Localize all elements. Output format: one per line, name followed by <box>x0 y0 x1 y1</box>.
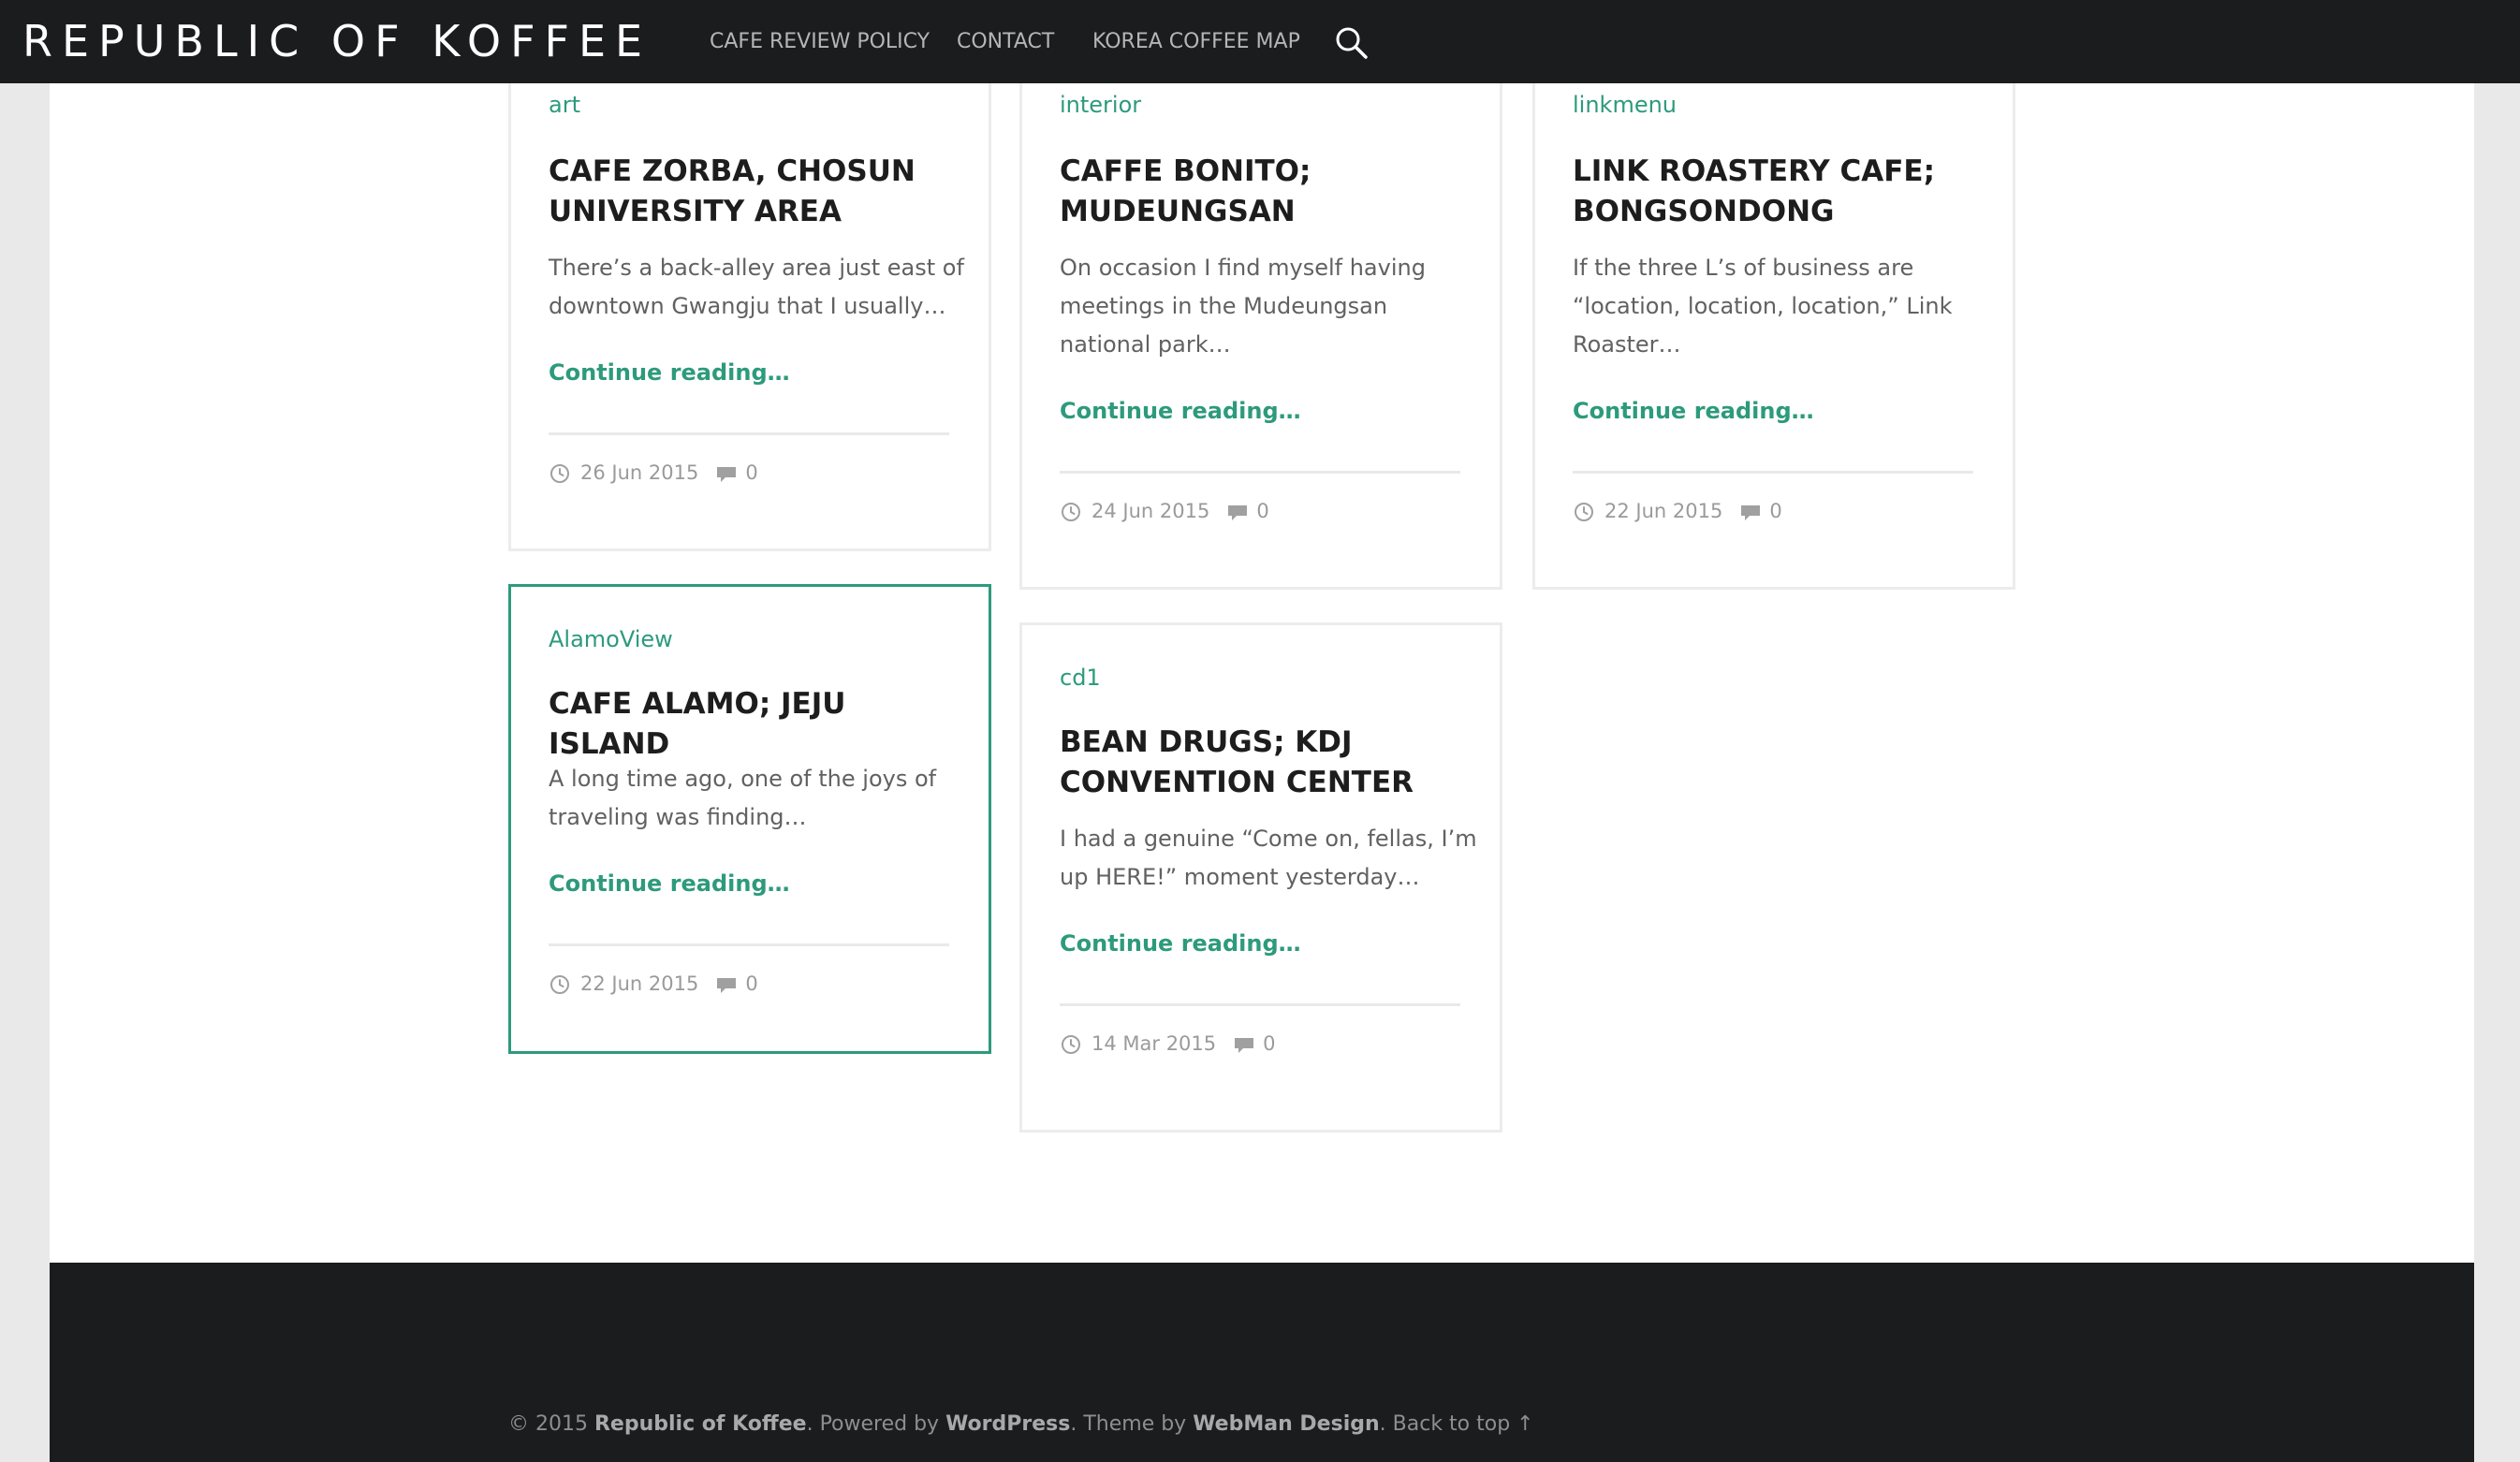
continue-reading-link[interactable]: Continue reading… <box>1573 398 1814 424</box>
post-category[interactable]: cd1 <box>1060 665 1101 691</box>
continue-reading-link[interactable]: Continue reading… <box>1060 398 1301 424</box>
comment-count[interactable]: 0 <box>1256 500 1268 522</box>
comment-count[interactable]: 0 <box>1263 1032 1275 1055</box>
post-divider <box>1060 471 1460 474</box>
footer-credits: © 2015 Republic of Koffee. Powered by Wo… <box>508 1412 1534 1436</box>
post-date[interactable]: 26 Jun 2015 <box>580 461 698 484</box>
post-category[interactable]: linkmenu <box>1573 92 1677 118</box>
post-excerpt: There’s a back-alley area just east of d… <box>549 255 964 319</box>
comment-icon[interactable] <box>1233 1032 1255 1055</box>
post-card[interactable]: AlamoView CAFE ALAMO; JEJU ISLAND A long… <box>508 584 991 1054</box>
nav-item-cafe-review-policy[interactable]: CAFE REVIEW POLICY <box>710 0 930 83</box>
post-card[interactable]: linkmenu LINK ROASTERY CAFE; BONGSONDONG… <box>1532 74 2015 590</box>
post-excerpt: A long time ago, one of the joys of trav… <box>549 766 937 830</box>
back-to-top-link[interactable]: Back to top ↑ <box>1393 1412 1534 1436</box>
clock-icon <box>1060 500 1082 522</box>
post-title[interactable]: CAFE ALAMO; JEJU ISLAND <box>549 684 951 765</box>
footer-theme-text: . Theme by <box>1070 1412 1194 1436</box>
site-footer: © 2015 Republic of Koffee. Powered by Wo… <box>50 1263 2474 1462</box>
post-date[interactable]: 22 Jun 2015 <box>580 972 698 995</box>
post-excerpt: I had a genuine “Come on, fellas, I’m up… <box>1060 826 1477 890</box>
site-title[interactable]: REPUBLIC OF KOFFEE <box>22 0 652 83</box>
post-meta: 22 Jun 2015 0 <box>549 972 758 1000</box>
footer-site-link[interactable]: Republic of Koffee <box>594 1412 807 1436</box>
footer-theme-link[interactable]: WebMan Design <box>1193 1412 1379 1436</box>
post-card[interactable]: interior CAFFE BONITO; MUDEUNGSAN On occ… <box>1019 74 1502 590</box>
footer-copyright: © 2015 <box>508 1412 594 1436</box>
post-excerpt: If the three L’s of business are “locati… <box>1573 255 1953 358</box>
post-divider <box>1060 1003 1460 1006</box>
post-divider <box>549 432 949 435</box>
post-title[interactable]: CAFE ZORBA, CHOSUN UNIVERSITY AREA <box>549 152 951 232</box>
post-meta: 14 Mar 2015 0 <box>1060 1031 1276 1060</box>
post-card[interactable]: cd1 BEAN DRUGS; KDJ CONVENTION CENTER I … <box>1019 622 1502 1133</box>
comment-count[interactable]: 0 <box>745 972 757 995</box>
post-title[interactable]: CAFFE BONITO; MUDEUNGSAN <box>1060 152 1462 232</box>
footer-separator: . <box>1379 1412 1393 1436</box>
post-date[interactable]: 14 Mar 2015 <box>1092 1032 1216 1055</box>
site-header: REPUBLIC OF KOFFEE CAFE REVIEW POLICY CO… <box>0 0 2520 83</box>
post-divider <box>549 943 949 946</box>
main-content: art CAFE ZORBA, CHOSUN UNIVERSITY AREA T… <box>50 74 2474 1263</box>
continue-reading-link[interactable]: Continue reading… <box>549 870 790 897</box>
post-meta: 26 Jun 2015 0 <box>549 461 758 489</box>
post-date[interactable]: 24 Jun 2015 <box>1092 500 1209 522</box>
continue-reading-link[interactable]: Continue reading… <box>549 359 790 386</box>
clock-icon <box>1573 500 1595 522</box>
search-icon[interactable] <box>1333 24 1370 62</box>
clock-icon <box>549 461 571 484</box>
post-meta: 22 Jun 2015 0 <box>1573 499 1782 527</box>
nav-item-korea-coffee-map[interactable]: KOREA COFFEE MAP <box>1092 0 1300 83</box>
comment-icon[interactable] <box>1739 500 1762 522</box>
post-meta: 24 Jun 2015 0 <box>1060 499 1269 527</box>
comment-icon[interactable] <box>715 461 738 484</box>
comment-icon[interactable] <box>715 972 738 995</box>
post-category[interactable]: AlamoView <box>549 626 673 652</box>
post-date[interactable]: 22 Jun 2015 <box>1604 500 1722 522</box>
clock-icon <box>1060 1032 1082 1055</box>
comment-icon[interactable] <box>1226 500 1249 522</box>
post-title[interactable]: BEAN DRUGS; KDJ CONVENTION CENTER <box>1060 723 1462 803</box>
post-divider <box>1573 471 1973 474</box>
comment-count[interactable]: 0 <box>1769 500 1781 522</box>
post-title[interactable]: LINK ROASTERY CAFE; BONGSONDONG <box>1573 152 1975 232</box>
footer-powered-text: . Powered by <box>806 1412 946 1436</box>
comment-count[interactable]: 0 <box>745 461 757 484</box>
post-card[interactable]: art CAFE ZORBA, CHOSUN UNIVERSITY AREA T… <box>508 74 991 551</box>
post-category[interactable]: interior <box>1060 92 1141 118</box>
footer-wordpress-link[interactable]: WordPress <box>945 1412 1070 1436</box>
post-category[interactable]: art <box>549 92 580 118</box>
continue-reading-link[interactable]: Continue reading… <box>1060 930 1301 957</box>
clock-icon <box>549 972 571 995</box>
nav-item-contact[interactable]: CONTACT <box>957 0 1054 83</box>
post-excerpt: On occasion I find myself having meeting… <box>1060 255 1426 358</box>
